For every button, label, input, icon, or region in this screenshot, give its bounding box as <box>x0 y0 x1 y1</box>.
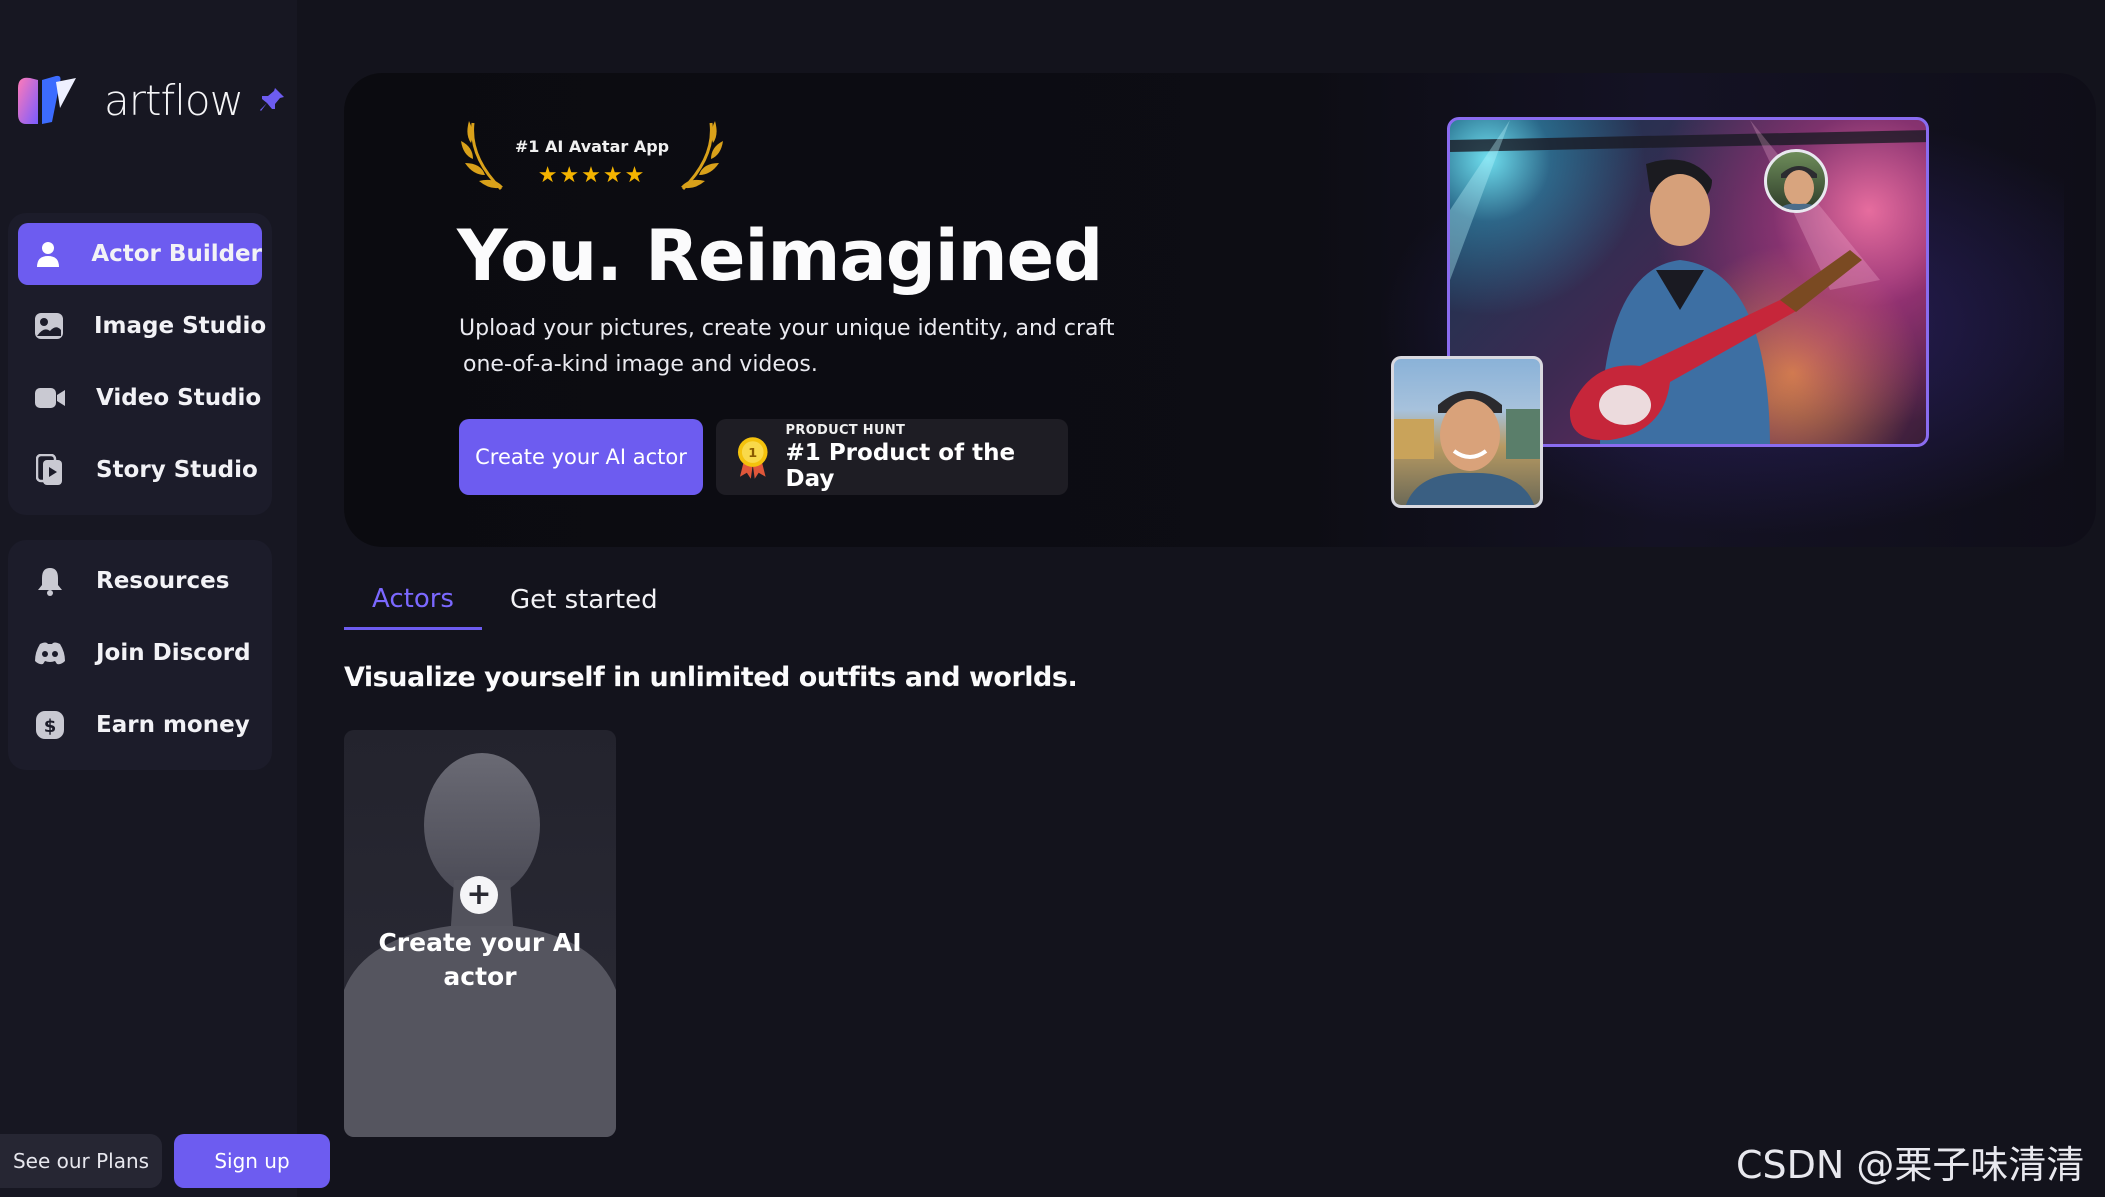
sidebar-item-label: Actor Builder <box>91 241 262 267</box>
award-title: #1 AI Avatar App <box>514 137 670 156</box>
sidebar-item-image-studio[interactable]: Image Studio <box>18 295 266 357</box>
sidebar-item-video-studio[interactable]: Video Studio <box>18 367 262 429</box>
signup-button[interactable]: Sign up <box>174 1134 330 1188</box>
svg-text:$: $ <box>44 716 57 737</box>
artflow-logo-icon <box>18 75 76 124</box>
hero-subtitle-line: one-of-a-kind image and videos. <box>463 352 818 377</box>
plus-icon: + <box>460 876 498 914</box>
source-photo-thumbnail <box>1391 356 1543 508</box>
section-heading: Visualize yourself in unlimited outfits … <box>344 662 1078 693</box>
avatar <box>1764 149 1828 213</box>
sidebar-item-join-discord[interactable]: Join Discord <box>18 622 262 684</box>
person-icon <box>34 238 61 270</box>
sidebar-footer: See our Plans Sign up <box>0 1134 330 1188</box>
pin-icon[interactable] <box>257 85 287 115</box>
sidebar-item-label: Story Studio <box>96 457 258 483</box>
create-actor-card[interactable]: + Create your AI actor <box>344 730 616 1137</box>
discord-icon <box>34 637 66 669</box>
face-photo-icon <box>1394 391 1540 505</box>
product-hunt-label: PRODUCT HUNT <box>785 422 906 438</box>
rating-stars-icon: ★★★★★ <box>537 163 647 188</box>
story-icon <box>34 454 66 486</box>
bell-icon <box>34 565 66 597</box>
sidebar-item-label: Join Discord <box>96 640 251 666</box>
sidebar-item-earn-money[interactable]: $ Earn money <box>18 694 262 756</box>
hero-subtitle-line: Upload your pictures, create your unique… <box>459 316 1115 341</box>
tab-get-started[interactable]: Get started <box>482 570 686 630</box>
sidebar: artflow Actor Builder Image Studio Video… <box>0 0 330 1197</box>
video-camera-icon <box>34 382 66 414</box>
sidebar-item-story-studio[interactable]: Story Studio <box>18 439 262 501</box>
sidebar-item-actor-builder[interactable]: Actor Builder <box>18 223 262 285</box>
medal-icon: 1 <box>737 437 768 479</box>
dollar-icon: $ <box>34 709 66 741</box>
primary-nav: Actor Builder Image Studio Video Studio … <box>8 213 272 515</box>
see-plans-button[interactable]: See our Plans <box>0 1134 162 1188</box>
award-badge: #1 AI Avatar App ★★★★★ <box>457 117 727 203</box>
sidebar-item-label: Image Studio <box>94 313 267 339</box>
create-actor-label: Create your AI actor <box>378 928 582 991</box>
hero-banner: #1 AI Avatar App ★★★★★ You. Reimagined U… <box>344 73 2096 547</box>
create-ai-actor-button[interactable]: Create your AI actor <box>459 419 703 495</box>
content-tabs: Actors Get started <box>344 570 686 630</box>
hero-title: You. Reimagined <box>457 215 1103 297</box>
image-icon <box>34 310 64 342</box>
laurel-icon <box>461 121 723 191</box>
brand-name: artflow <box>104 75 244 125</box>
sidebar-item-label: Video Studio <box>96 385 262 411</box>
watermark: CSDN @栗子味清清 <box>1736 1143 2085 1187</box>
sidebar-item-resources[interactable]: Resources <box>18 550 262 612</box>
sidebar-item-label: Earn money <box>96 712 250 738</box>
sidebar-item-label: Resources <box>96 568 230 594</box>
medal-number: 1 <box>748 446 757 461</box>
secondary-nav: Resources Join Discord $ Earn money <box>8 540 272 770</box>
product-hunt-text: PRODUCT HUNT #1 Product of the Day <box>786 423 1068 492</box>
product-hunt-title: #1 Product of the Day <box>785 439 1016 492</box>
hero-subtitle: Upload your pictures, create your unique… <box>459 311 1119 383</box>
tab-actors[interactable]: Actors <box>344 570 482 630</box>
product-hunt-badge[interactable]: 1 PRODUCT HUNT #1 Product of the Day <box>716 419 1068 495</box>
brand[interactable]: artflow <box>16 74 287 126</box>
